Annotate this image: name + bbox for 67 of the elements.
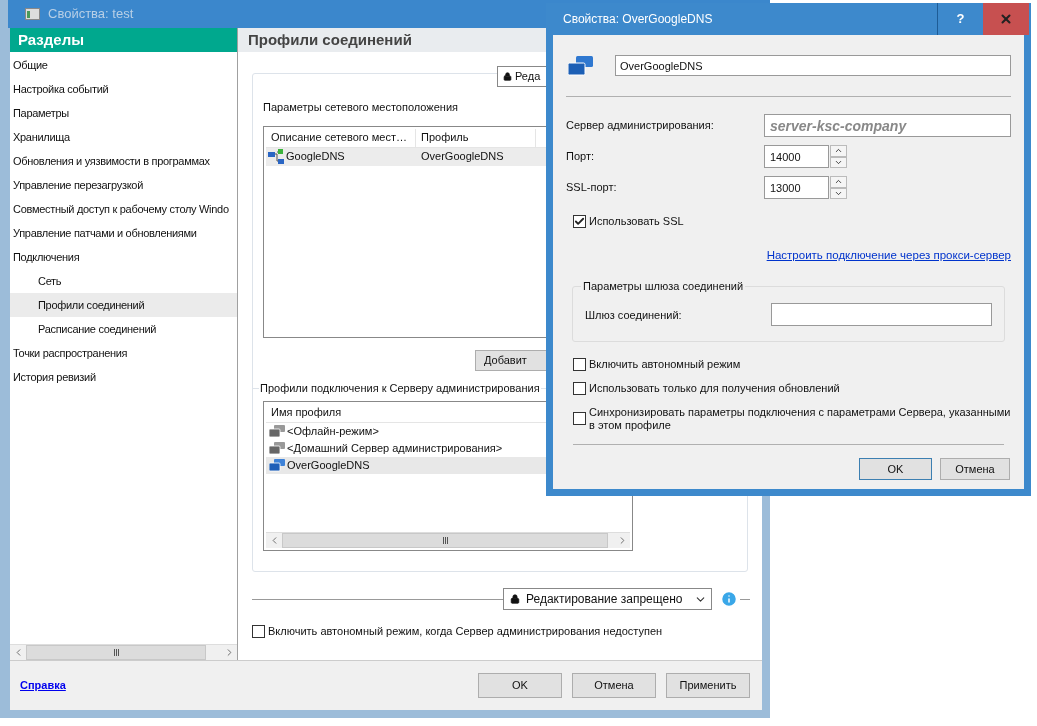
table-cell: GoogleDNS	[266, 148, 416, 165]
dialog-button[interactable]: OK	[478, 673, 562, 698]
field-label: Порт:	[566, 149, 595, 165]
profile-row[interactable]: <Домашний Сервер администрирования>	[266, 439, 630, 457]
sidebar-item[interactable]: Общие	[10, 53, 237, 77]
checkbox-label: Включить автономный режим	[589, 357, 741, 371]
add-button[interactable]: Добавит	[475, 349, 546, 371]
checkbox[interactable]	[573, 381, 586, 395]
sidebar-item[interactable]: Совместный доступ к рабочему столу Windo	[10, 197, 237, 221]
sidebar-item[interactable]: Сеть	[10, 269, 237, 293]
spin-up-icon[interactable]	[830, 176, 847, 188]
window-title: Свойства: test	[48, 5, 134, 24]
sidebar-item[interactable]: История ревизий	[10, 365, 237, 389]
lock-icon	[503, 72, 512, 81]
column-header[interactable]: Профиль	[416, 128, 536, 147]
close-button[interactable]	[983, 3, 1029, 35]
sidebar-item[interactable]: Расписание соединений	[10, 317, 237, 341]
lock-dropdown[interactable]: Реда	[497, 66, 546, 87]
network-icon	[268, 148, 285, 165]
field-label: SSL-порт:	[566, 180, 618, 196]
info-icon[interactable]	[720, 590, 738, 608]
window-icon	[25, 8, 40, 20]
profile-name-field[interactable]: OverGoogleDNS	[615, 55, 1011, 76]
lock-icon	[510, 594, 520, 604]
sidebar-item[interactable]: Управление перезагрузкой	[10, 173, 237, 197]
sidebar-item[interactable]: Точки распространения	[10, 341, 237, 365]
sidebar-item[interactable]: Управление патчами и обновлениями	[10, 221, 237, 245]
column-header[interactable]: Описание сетевого мест…	[266, 128, 416, 147]
horizontal-scrollbar[interactable]	[266, 531, 630, 548]
gateway-field[interactable]	[771, 303, 992, 327]
checkbox[interactable]	[573, 412, 586, 426]
checkbox[interactable]	[252, 624, 265, 638]
checkbox[interactable]	[573, 357, 586, 371]
sidebar-item[interactable]: Настройка событий	[10, 77, 237, 101]
sidebar-item[interactable]: Обновления и уязвимости в программах	[10, 149, 237, 173]
dialog-button[interactable]: OK	[859, 457, 932, 480]
spin-up-icon[interactable]	[830, 145, 847, 157]
dialog-title: Свойства: OverGoogleDNS	[562, 11, 714, 28]
scrollbar-thumb[interactable]	[282, 532, 608, 548]
server-field[interactable]: server-ksc-company	[764, 114, 1011, 137]
horizontal-scrollbar[interactable]	[10, 644, 237, 660]
checkbox-label: Включить автономный режим, когда Сервер администрирования недоступен	[268, 624, 663, 639]
sidebar-header: Разделы	[10, 28, 237, 52]
monitors-icon	[269, 424, 285, 438]
section-label: Профили подключения к Серверу администрирования	[259, 381, 541, 397]
sidebar-item[interactable]: Хранилища	[10, 125, 237, 149]
scrollbar-thumb[interactable]	[26, 645, 206, 660]
checkbox[interactable]	[573, 214, 586, 228]
dialog-button[interactable]: Отмена	[572, 673, 656, 698]
sidebar-item[interactable]: Параметры	[10, 101, 237, 125]
sidebar-item[interactable]: Подключения	[10, 245, 237, 269]
checkbox-label: Использовать SSL	[589, 214, 684, 229]
dialog-button[interactable]: Отмена	[940, 457, 1010, 480]
help-link[interactable]: Справка	[20, 677, 66, 694]
monitors-icon	[568, 55, 593, 76]
field-label: Сервер администрирования:	[566, 118, 715, 134]
field-label: Шлюз соединений:	[585, 307, 683, 323]
checkbox-label: Использовать только для получения обновлений	[589, 381, 840, 395]
table-cell-text: OverGoogleDNS	[420, 149, 505, 165]
monitors-icon	[269, 458, 285, 472]
proxy-link[interactable]: Настроить подключение через прокси-сервер	[766, 246, 1011, 264]
sidebar-item[interactable]: Профили соединений	[10, 293, 237, 317]
close-icon	[999, 12, 1013, 26]
policy-dropdown[interactable]: Редактирование запрещено	[503, 588, 712, 610]
monitors-icon	[269, 441, 285, 455]
dialog-button[interactable]: Применить	[666, 673, 750, 698]
section-label: Параметры сетевого местоположения	[263, 100, 459, 115]
